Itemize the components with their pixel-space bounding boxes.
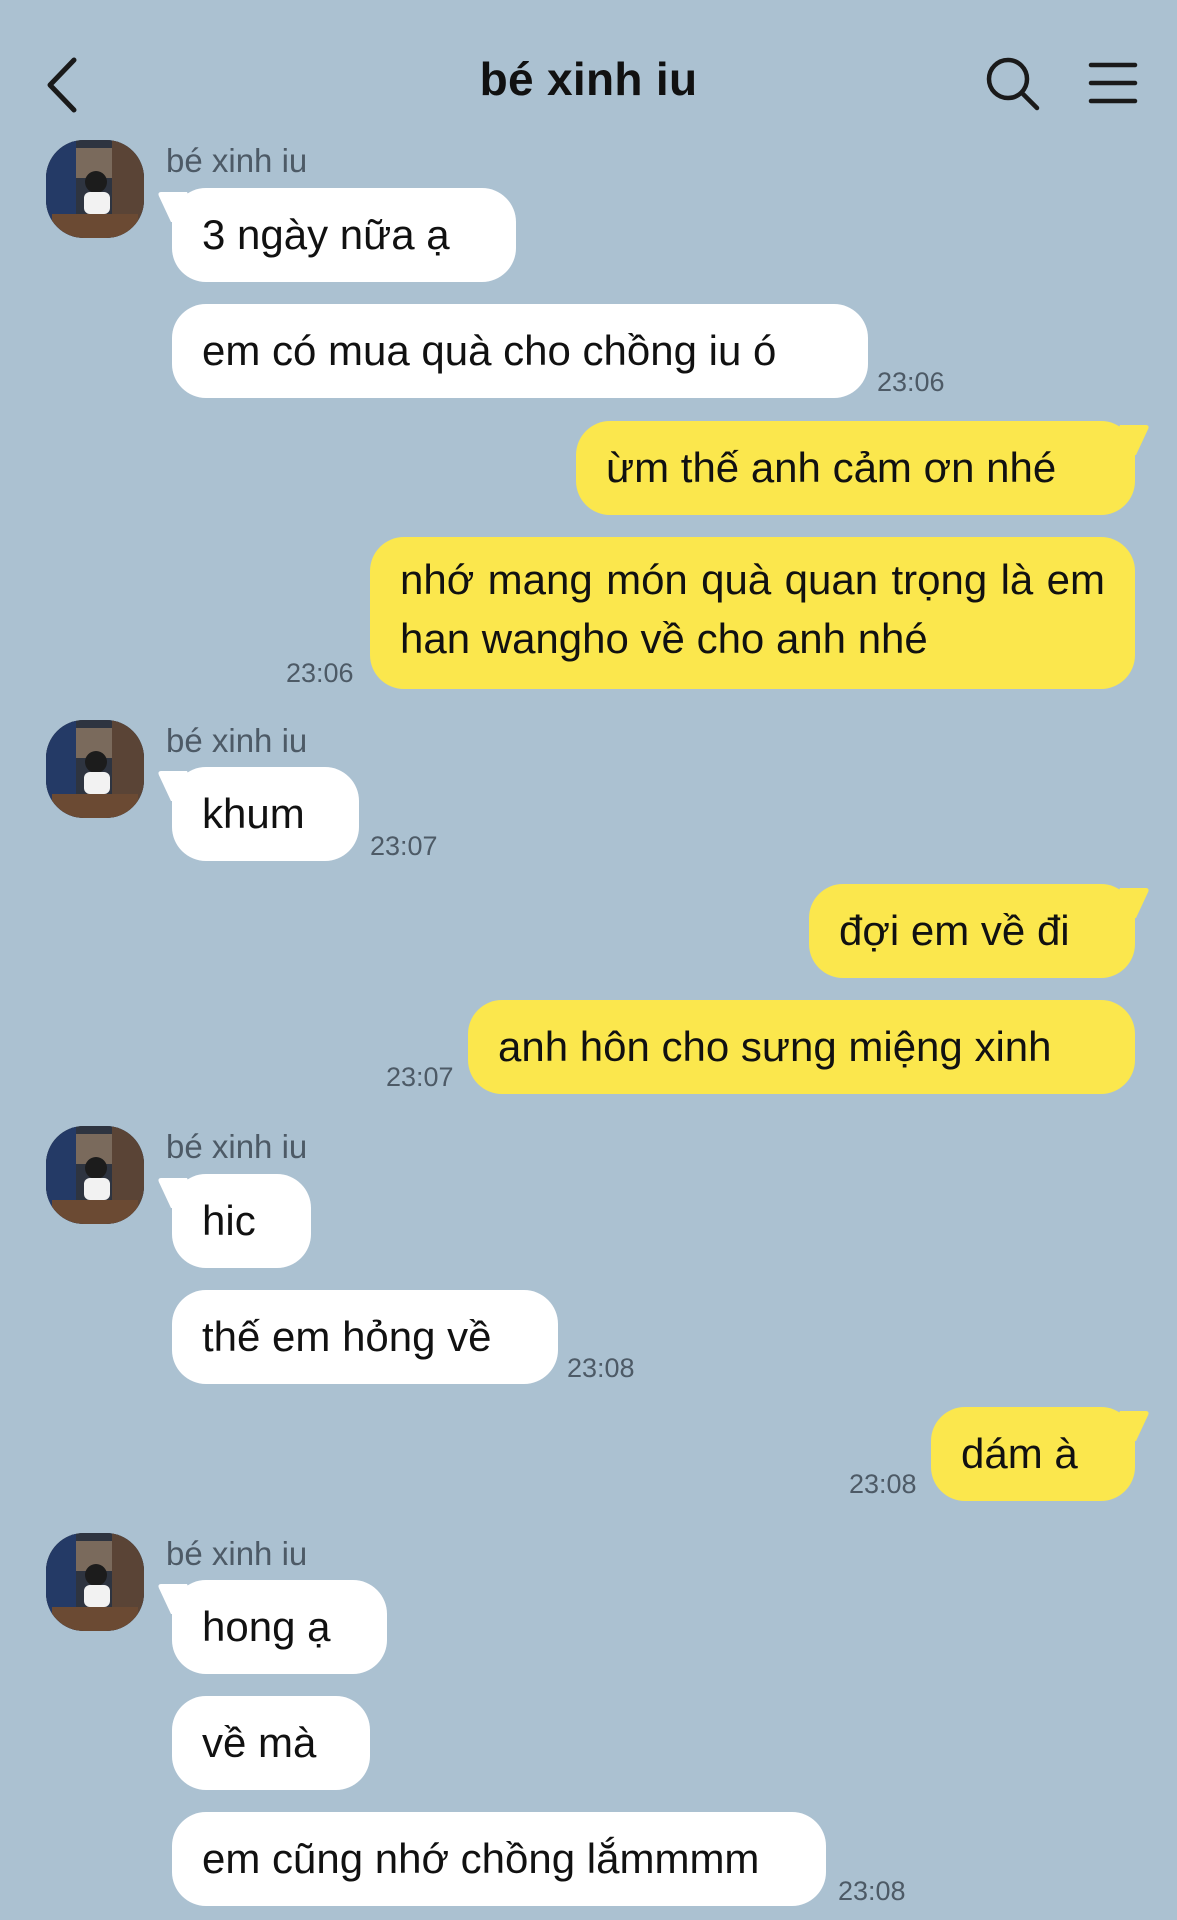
message-bubble-incoming[interactable]: hong ạ	[172, 1580, 387, 1674]
message-bubble-incoming[interactable]: hic	[172, 1174, 311, 1268]
message-bubble-incoming[interactable]: thế em hỏng về	[172, 1290, 558, 1384]
avatar-photo	[46, 1126, 144, 1224]
avatar-photo	[46, 1533, 144, 1631]
message-bubble-outgoing[interactable]: ừm thế anh cảm ơn nhé	[576, 421, 1135, 515]
search-icon	[986, 57, 1040, 111]
message-bubble-incoming[interactable]: em có mua quà cho chồng iu ó	[172, 304, 868, 398]
menu-button[interactable]	[1088, 60, 1138, 106]
sender-name: bé xinh iu	[166, 1128, 308, 1165]
message-bubble-incoming[interactable]: em cũng nhớ chồng lắmmmm	[172, 1812, 826, 1906]
message-bubble-outgoing[interactable]: đợi em về đi	[809, 884, 1135, 978]
contact-avatar[interactable]	[46, 1533, 144, 1631]
message-timestamp: 23:08	[838, 1876, 906, 1906]
message-timestamp: 23:07	[386, 1062, 454, 1092]
search-button[interactable]	[985, 56, 1041, 112]
message-bubble-outgoing[interactable]: nhớ mang món quà quan trọng là em han wa…	[370, 537, 1135, 689]
message-timestamp: 23:06	[286, 658, 354, 688]
message-timestamp: 23:06	[877, 367, 945, 397]
sender-name: bé xinh iu	[166, 1535, 308, 1572]
message-bubble-incoming[interactable]: về mà	[172, 1696, 370, 1790]
avatar-photo	[46, 140, 144, 238]
message-timestamp: 23:07	[370, 831, 438, 861]
sender-name: bé xinh iu	[166, 722, 308, 759]
message-timestamp: 23:08	[567, 1353, 635, 1383]
chat-header: bé xinh iu	[0, 0, 1177, 150]
message-bubble-outgoing[interactable]: dám à	[931, 1407, 1135, 1501]
message-bubble-incoming[interactable]: khum	[172, 767, 359, 861]
contact-avatar[interactable]	[46, 720, 144, 818]
message-bubble-incoming[interactable]: 3 ngày nữa ạ	[172, 188, 516, 282]
avatar-photo	[46, 720, 144, 818]
message-bubble-outgoing[interactable]: anh hôn cho sưng miệng xinh	[468, 1000, 1135, 1094]
hamburger-menu-icon	[1088, 62, 1138, 104]
message-timestamp: 23:08	[849, 1469, 917, 1499]
contact-avatar[interactable]	[46, 1126, 144, 1224]
contact-avatar[interactable]	[46, 140, 144, 238]
sender-name: bé xinh iu	[166, 142, 308, 179]
